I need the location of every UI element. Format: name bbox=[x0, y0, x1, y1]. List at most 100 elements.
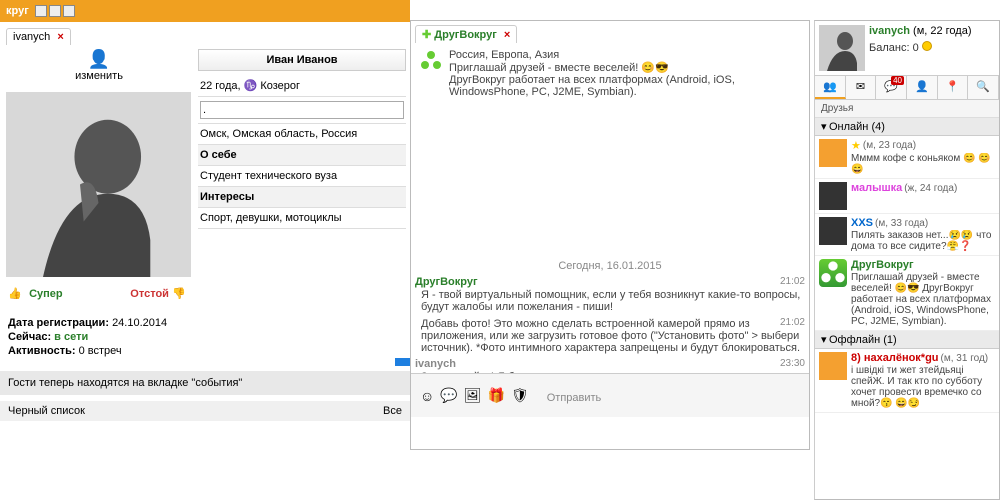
msg-time: 21:02 bbox=[780, 276, 805, 287]
msg-time: 23:30 bbox=[780, 358, 805, 369]
avatar bbox=[819, 182, 847, 210]
avatar bbox=[819, 217, 847, 245]
chat-message: ДругВокруг 21:02Я - твой виртуальный помо… bbox=[415, 276, 805, 313]
gift-button[interactable]: 🎁 bbox=[488, 387, 505, 404]
tab-friends[interactable]: 👥 bbox=[815, 76, 846, 99]
tab-guests[interactable]: 👤 bbox=[907, 76, 938, 99]
section-offline[interactable]: ▾Оффлайн (1) bbox=[815, 331, 999, 349]
now-label: Сейчас: bbox=[8, 331, 51, 343]
plus-icon: ✚ bbox=[422, 29, 431, 41]
age-sign: 22 года, ♑ Козерог bbox=[198, 75, 406, 97]
avatar[interactable] bbox=[819, 25, 865, 71]
alert-button[interactable]: 🛡 bbox=[511, 387, 529, 404]
tab-events[interactable]: 💬40 bbox=[876, 76, 907, 99]
thumbs-up-icon: 👍 bbox=[8, 287, 26, 305]
thumbs-down-icon: 👎 bbox=[172, 287, 190, 305]
msg-from: ДругВокруг bbox=[415, 276, 478, 288]
status-input[interactable] bbox=[200, 101, 404, 119]
balance-label: Баланс: bbox=[869, 42, 910, 54]
profile-photo[interactable] bbox=[6, 92, 191, 277]
act-value: 0 встреч bbox=[79, 345, 122, 357]
drugvokrug-icon bbox=[419, 49, 443, 73]
voice-button[interactable]: 💬 bbox=[440, 387, 457, 404]
sys-line3: ДругВокруг работает на всех платформах (… bbox=[449, 74, 801, 98]
profile-tab-label: ivanych bbox=[13, 31, 50, 43]
msg-body: Здравствуйте! Я бы хотел удалить свою ст… bbox=[415, 370, 805, 373]
sys-line1: Россия, Европа, Азия bbox=[449, 49, 801, 61]
sidebar-toolbar: 👥 ✉ 💬40 👤 📍 🔍 bbox=[815, 76, 999, 100]
tab-search[interactable]: 🔍 bbox=[968, 76, 999, 99]
photo-placeholder bbox=[6, 92, 191, 277]
sidebar-panel: ivanych (м, 22 года) Баланс: 0 👥 ✉ 💬40 👤… bbox=[814, 20, 1000, 500]
msg-body: Добавь фото! Это можно сделать встроенно… bbox=[415, 317, 805, 354]
close-button[interactable] bbox=[63, 5, 75, 17]
person-icon: 👤 bbox=[88, 49, 110, 69]
emoji-button[interactable]: ☺ bbox=[420, 388, 434, 404]
friend-meta: (ж, 24 года) bbox=[904, 183, 957, 194]
section-online[interactable]: ▾Онлайн (4) bbox=[815, 118, 999, 136]
my-info: ivanych (м, 22 года) Баланс: 0 bbox=[815, 21, 999, 76]
interests-text: Спорт, девушки, мотоциклы bbox=[198, 208, 406, 229]
list-item[interactable]: малышка (ж, 24 года) bbox=[815, 179, 999, 214]
notice: Гости теперь находятся на вкладке "событ… bbox=[0, 371, 410, 395]
blacklist-label: Черный список bbox=[8, 405, 85, 417]
avatar bbox=[819, 139, 847, 167]
chat-date: Сегодня, 16.01.2015 bbox=[415, 260, 805, 272]
chat-panel: ✚ ДругВокруг × Россия, Европа, Азия Приг… bbox=[410, 20, 810, 450]
profile-panel: круг ivanych × 👤 изменить bbox=[0, 0, 410, 504]
chevron-down-icon: ▾ bbox=[821, 120, 829, 133]
profile-meta: Дата регистрации: 24.10.2014 Сейчас: в с… bbox=[0, 309, 410, 365]
act-label: Активность: bbox=[8, 345, 76, 357]
chat-tab[interactable]: ✚ ДругВокруг × bbox=[415, 25, 517, 43]
edit-label: изменить bbox=[75, 70, 123, 82]
tab-nearby[interactable]: 📍 bbox=[938, 76, 969, 99]
profile-tab[interactable]: ivanych × bbox=[6, 28, 71, 45]
friend-meta: (м, 23 года) bbox=[863, 140, 916, 151]
system-message: Россия, Европа, Азия Приглашай друзей - … bbox=[415, 45, 805, 102]
reg-value: 24.10.2014 bbox=[112, 317, 167, 329]
rating-good: Супер bbox=[29, 288, 63, 300]
my-nick[interactable]: ivanych bbox=[869, 25, 910, 37]
coin-icon bbox=[922, 41, 932, 51]
blacklist-row[interactable]: Черный список Все bbox=[0, 401, 410, 421]
rating-bar: 👍 Супер Отстой 👎 bbox=[0, 283, 198, 309]
friend-status: Приглашай друзей - вместе веселей! 😊😎 Др… bbox=[851, 272, 995, 327]
avatar bbox=[819, 259, 847, 287]
thumbs-up[interactable]: 👍 Супер bbox=[8, 287, 63, 305]
chat-input-bar: ☺ 💬 🖼 🎁 🛡 Отправить bbox=[411, 373, 809, 417]
friend-nick: 8) нахалёнок*gu bbox=[851, 352, 939, 364]
edit-photo[interactable]: 👤 изменить bbox=[0, 45, 198, 86]
close-icon[interactable]: × bbox=[57, 31, 63, 43]
friend-nick: XXS bbox=[851, 217, 873, 229]
reg-label: Дата регистрации: bbox=[8, 317, 109, 329]
friend-nick: малышка bbox=[851, 182, 902, 194]
about-text: Студент технического вуза bbox=[198, 166, 406, 187]
msg-from: ivanych bbox=[415, 358, 456, 370]
msg-body: Я - твой виртуальный помощник, если у те… bbox=[415, 288, 805, 313]
close-icon[interactable]: × bbox=[504, 29, 510, 41]
list-item[interactable]: XXS (м, 33 года)Пилять заказов нет...😢😢 … bbox=[815, 214, 999, 256]
friend-meta: (м, 33 года) bbox=[875, 218, 928, 229]
window-controls bbox=[35, 5, 75, 17]
star-icon: ★ bbox=[851, 139, 861, 152]
photo-button[interactable]: 🖼 bbox=[464, 387, 482, 404]
blacklist-value: Все bbox=[383, 405, 402, 417]
thumbs-down[interactable]: Отстой 👎 bbox=[130, 287, 190, 305]
max-button[interactable] bbox=[49, 5, 61, 17]
min-button[interactable] bbox=[35, 5, 47, 17]
about-header: О себе bbox=[198, 145, 406, 166]
interests-header: Интересы bbox=[198, 187, 406, 208]
tab-messages[interactable]: ✉ bbox=[846, 76, 877, 99]
friends-header: Друзья bbox=[815, 100, 999, 118]
list-item[interactable]: ДругВокруг Приглашай друзей - вместе вес… bbox=[815, 256, 999, 331]
friend-meta: (м, 31 год) bbox=[941, 353, 989, 364]
chat-message: 21:02Добавь фото! Это можно сделать встр… bbox=[415, 317, 805, 354]
send-button[interactable]: Отправить bbox=[535, 384, 614, 408]
location: Омск, Омская область, Россия bbox=[198, 124, 406, 145]
msg-time: 21:02 bbox=[780, 317, 805, 328]
events-badge: 40 bbox=[891, 76, 904, 85]
balance-value: 0 bbox=[913, 42, 919, 54]
chat-body: Россия, Европа, Азия Приглашай друзей - … bbox=[411, 43, 809, 373]
list-item[interactable]: ★ (м, 23 года)Мммм кофе с коньяком 😊 😊 😄 bbox=[815, 136, 999, 179]
list-item[interactable]: 8) нахалёнок*gu (м, 31 год) і швідкі ти … bbox=[815, 349, 999, 413]
